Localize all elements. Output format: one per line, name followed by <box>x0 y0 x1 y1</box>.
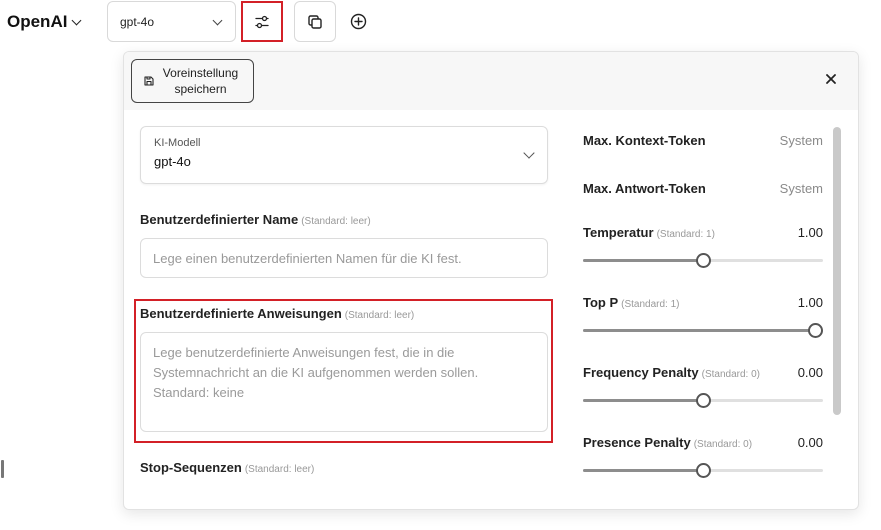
stop-sequences-label: Stop-Sequenzen (Standard: leer) <box>140 460 314 475</box>
frequency-penalty-slider[interactable] <box>583 392 823 408</box>
max-context-tokens-row[interactable]: Max. Kontext-Token System <box>583 133 823 148</box>
temperature-hint: (Standard: 1) <box>656 229 715 240</box>
presence-penalty-slider[interactable] <box>583 462 823 478</box>
provider-name: OpenAI <box>7 12 68 31</box>
custom-instructions-label: Benutzerdefinierte Anweisungen (Standard:… <box>140 306 414 321</box>
frequency-penalty-label: Frequency Penalty (Standard: 0) <box>583 365 760 380</box>
new-chat-button[interactable] <box>348 11 368 31</box>
top-p-label: Top P (Standard: 1) <box>583 295 680 310</box>
frequency-penalty-value[interactable]: 0.00 <box>798 365 823 380</box>
custom-instructions-label-text: Benutzerdefinierte Anweisungen <box>140 306 342 321</box>
close-icon[interactable] <box>824 72 838 86</box>
sliders-icon <box>255 15 269 28</box>
stop-sequences-label-text: Stop-Sequenzen <box>140 460 242 475</box>
custom-instructions-hint: (Standard: leer) <box>344 310 415 321</box>
settings-scrollbar[interactable] <box>833 127 841 415</box>
temperature-value[interactable]: 1.00 <box>798 225 823 240</box>
save-preset-label: Voreinstellung speichern <box>162 66 239 96</box>
presence-penalty-value[interactable]: 0.00 <box>798 435 823 450</box>
custom-instructions-textarea[interactable]: Lege benutzerdefinierte Anweisungen fest… <box>140 332 548 432</box>
slider-thumb[interactable] <box>696 463 711 478</box>
temperature-label: Temperatur (Standard: 1) <box>583 225 715 240</box>
frequency-penalty-row: Frequency Penalty (Standard: 0) 0.00 <box>583 365 823 380</box>
custom-name-hint: (Standard: leer) <box>301 216 371 227</box>
max-context-tokens-label: Max. Kontext-Token <box>583 133 706 148</box>
top-p-value[interactable]: 1.00 <box>798 295 823 310</box>
slider-thumb[interactable] <box>808 323 823 338</box>
max-response-tokens-label: Max. Antwort-Token <box>583 181 706 196</box>
ki-model-select[interactable]: KI-Modell gpt-4o <box>140 126 548 184</box>
floppy-disk-icon <box>143 76 154 86</box>
sidebar-resize-handle[interactable] <box>1 460 4 478</box>
model-settings-panel: Voreinstellung speichern KI-Modell gpt-4… <box>123 51 859 510</box>
top-p-slider[interactable] <box>583 322 823 338</box>
provider-menu-button[interactable]: OpenAI <box>7 12 82 32</box>
panel-header: Voreinstellung speichern <box>124 52 858 110</box>
temperature-slider[interactable] <box>583 252 823 268</box>
slider-thumb[interactable] <box>696 253 711 268</box>
chevron-down-icon <box>212 15 223 26</box>
frequency-penalty-label-text: Frequency Penalty <box>583 365 699 380</box>
max-response-tokens-value[interactable]: System <box>780 181 823 196</box>
custom-name-input[interactable]: Lege einen benutzerdefinierten Namen für… <box>140 238 548 278</box>
custom-name-label-text: Benutzerdefinierter Name <box>140 212 299 227</box>
model-select[interactable]: gpt-4o <box>107 1 236 42</box>
copy-conversation-button[interactable] <box>294 1 336 42</box>
model-select-value: gpt-4o <box>120 14 155 29</box>
copy-icon <box>308 14 322 29</box>
presence-penalty-label-text: Presence Penalty <box>583 435 691 450</box>
temperature-row: Temperatur (Standard: 1) 1.00 <box>583 225 823 240</box>
slider-thumb[interactable] <box>696 393 711 408</box>
max-response-tokens-row[interactable]: Max. Antwort-Token System <box>583 181 823 196</box>
parameters-settings-button[interactable] <box>241 1 283 42</box>
presence-penalty-row: Presence Penalty (Standard: 0) 0.00 <box>583 435 823 450</box>
temperature-label-text: Temperatur <box>583 225 654 240</box>
stop-sequences-hint: (Standard: leer) <box>244 464 315 475</box>
plus-circle-icon <box>350 13 366 29</box>
frequency-penalty-hint: (Standard: 0) <box>701 369 760 380</box>
top-p-row: Top P (Standard: 1) 1.00 <box>583 295 823 310</box>
save-preset-button[interactable]: Voreinstellung speichern <box>131 59 254 103</box>
presence-penalty-label: Presence Penalty (Standard: 0) <box>583 435 752 450</box>
presence-penalty-hint: (Standard: 0) <box>693 439 753 450</box>
ki-model-value: gpt-4o <box>154 154 191 169</box>
ki-model-label: KI-Modell <box>154 137 201 149</box>
top-p-label-text: Top P <box>583 295 619 310</box>
custom-name-label: Benutzerdefinierter Name (Standard: leer) <box>140 212 371 227</box>
chevron-down-icon <box>72 15 82 25</box>
top-p-hint: (Standard: 1) <box>621 299 680 310</box>
max-context-tokens-value[interactable]: System <box>780 133 823 148</box>
